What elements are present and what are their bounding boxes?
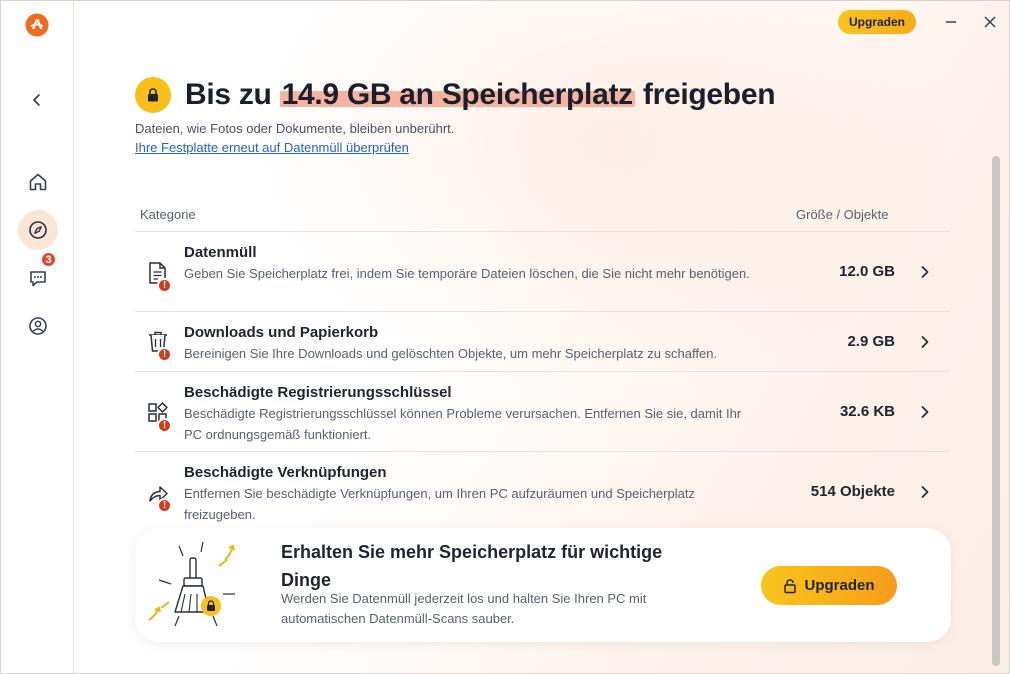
row-value: 2.9 GB: [847, 333, 895, 350]
close-button[interactable]: [977, 9, 1003, 35]
lock-open-icon: [784, 578, 797, 593]
promo-upgrade-button[interactable]: Upgraden: [761, 566, 897, 605]
row-title: Downloads und Papierkorb: [184, 324, 379, 341]
chevron-right-icon[interactable]: [918, 335, 932, 349]
topbar-upgrade-button[interactable]: Upgraden: [838, 10, 916, 34]
row-value: 514 Objekte: [810, 483, 895, 500]
notification-badge: 3: [40, 251, 57, 268]
main-content: Upgraden Bis zu 14.9 GB an Speicherplatz…: [75, 1, 1009, 673]
row-title: Beschädigte Verknüpfungen: [184, 464, 387, 481]
promo-description: Werden Sie Datenmüll jederzeit los und h…: [281, 591, 647, 626]
row-icon: !: [147, 481, 177, 513]
row-icon: !: [147, 261, 177, 293]
app-window: 3 Upgraden Bis zu 14.9 GB an Speicherpla…: [0, 0, 1010, 674]
row-description: Geben Sie Speicherplatz frei, indem Sie …: [184, 266, 750, 281]
list-item-registry[interactable]: ! Beschädigte Registrierungsschlüssel Be…: [135, 371, 950, 451]
page-header: Bis zu 14.9 GB an Speicherplatz freigebe…: [135, 77, 776, 113]
list-item-downloads[interactable]: ! Downloads und Papierkorb Bereinigen Si…: [135, 311, 950, 371]
row-icon: !: [147, 330, 177, 362]
chevron-right-icon[interactable]: [918, 405, 932, 419]
avast-logo-icon: [25, 13, 49, 37]
column-header-category: Kategorie: [140, 207, 196, 222]
list-item-junk[interactable]: ! Datenmüll Geben Sie Speicherplatz frei…: [135, 231, 950, 311]
rescan-link[interactable]: Ihre Festplatte erneut auf Datenmüll übe…: [135, 140, 409, 155]
app-logo: [25, 13, 49, 37]
sidebar-item-account[interactable]: [18, 306, 58, 346]
row-value: 12.0 GB: [839, 263, 895, 280]
title-highlight: 14.9 GB an Speicherplatz: [279, 78, 635, 111]
row-value: 32.6 KB: [839, 403, 895, 420]
scrollbar[interactable]: [992, 156, 1000, 666]
broom-illustration-icon: [148, 541, 235, 627]
minimize-icon: [946, 21, 956, 23]
column-header-size: Größe / Objekte: [796, 207, 889, 222]
compass-icon: [29, 221, 47, 239]
promo-upgrade-label: Upgraden: [804, 577, 875, 594]
account-icon: [29, 317, 47, 335]
sidebar-item-messages[interactable]: 3: [18, 251, 58, 298]
page-title: Bis zu 14.9 GB an Speicherplatz freigebe…: [185, 78, 776, 112]
warning-icon: !: [157, 498, 172, 513]
row-description: Entfernen Sie beschädigte Verknüpfungen,…: [184, 486, 695, 522]
list-item-shortcuts[interactable]: ! Beschädigte Verknüpfungen Entfernen Si…: [135, 451, 950, 531]
sidebar-item-explore[interactable]: [18, 210, 58, 250]
row-title: Beschädigte Registrierungsschlüssel: [184, 384, 452, 401]
home-icon: [29, 173, 47, 191]
chevron-right-icon[interactable]: [918, 265, 932, 279]
title-prefix: Bis zu: [185, 78, 280, 111]
back-button[interactable]: [26, 89, 48, 111]
row-icon: !: [147, 401, 177, 433]
row-title: Datenmüll: [184, 244, 257, 261]
back-arrow-icon: [33, 94, 40, 106]
category-list: ! Datenmüll Geben Sie Speicherplatz frei…: [135, 231, 950, 531]
promo-title: Erhalten Sie mehr Speicherplatz für wich…: [281, 542, 663, 590]
warning-icon: !: [157, 418, 172, 433]
sidebar: 3: [1, 1, 74, 673]
title-suffix: freigeben: [634, 78, 776, 111]
row-description: Beschädigte Registrierungsschlüssel könn…: [184, 406, 742, 442]
lock-icon: [148, 88, 158, 102]
chat-icon: [30, 271, 46, 287]
minimize-button[interactable]: [938, 9, 964, 35]
close-icon: [984, 16, 996, 28]
upgrade-promo-card: Erhalten Sie mehr Speicherplatz für wich…: [135, 528, 951, 642]
sidebar-item-home[interactable]: [18, 162, 58, 202]
page-subtitle: Dateien, wie Fotos oder Dokumente, bleib…: [135, 121, 455, 136]
lock-badge: [135, 77, 171, 113]
warning-icon: !: [157, 347, 172, 362]
row-description: Bereinigen Sie Ihre Downloads und gelösc…: [184, 346, 718, 361]
warning-icon: !: [157, 278, 172, 293]
chevron-right-icon[interactable]: [918, 485, 932, 499]
